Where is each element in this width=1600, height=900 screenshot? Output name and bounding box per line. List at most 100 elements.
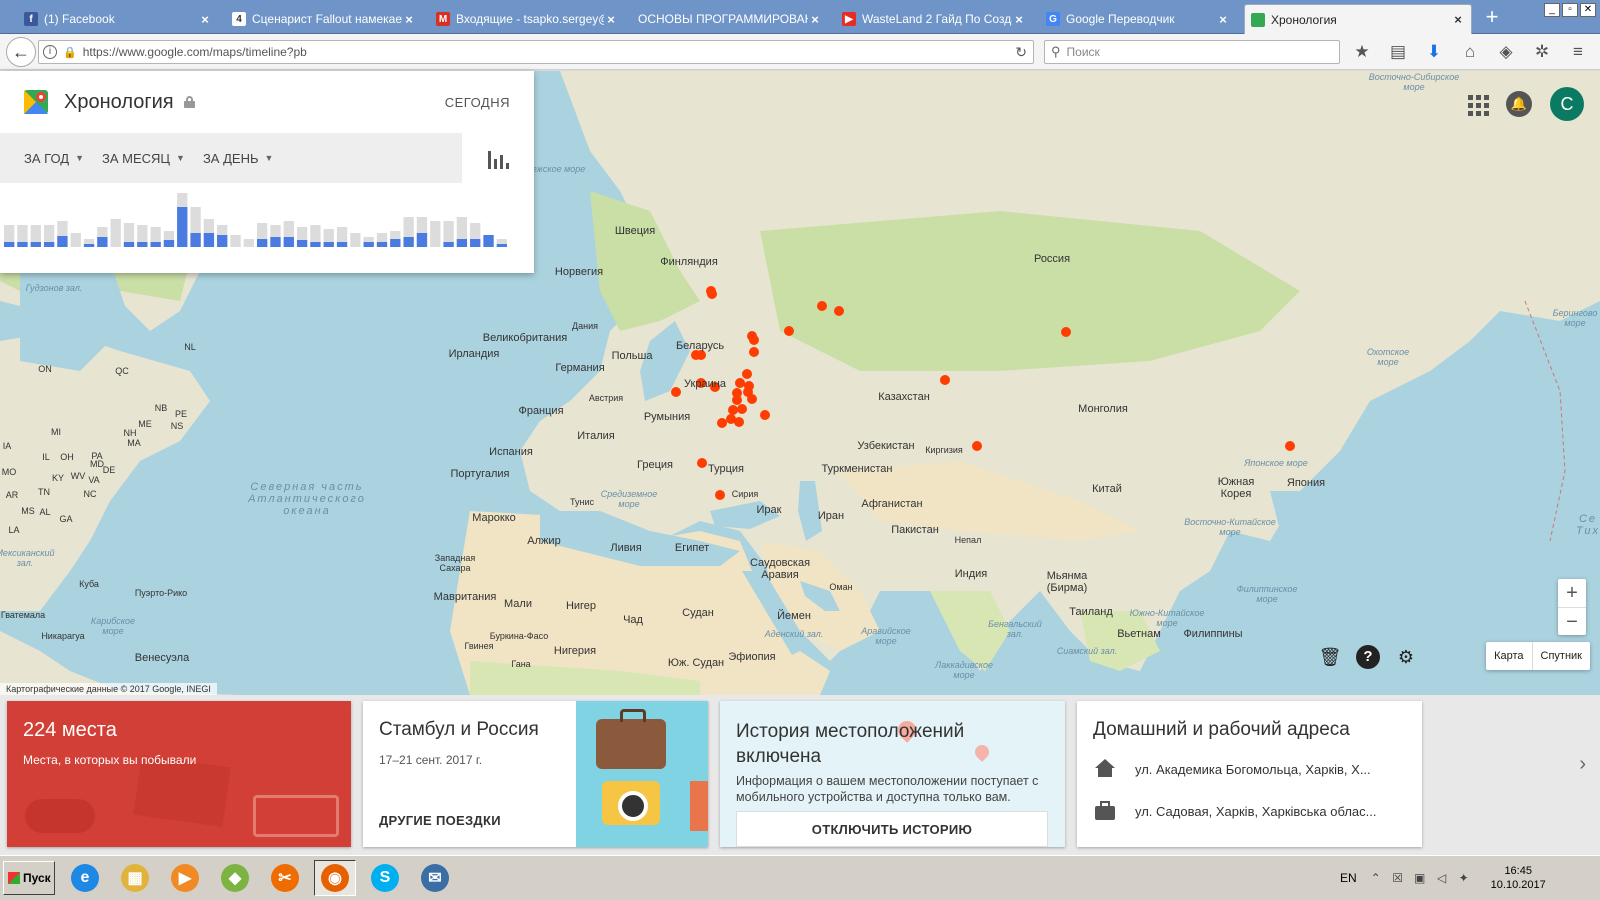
visited-location-point[interactable] — [707, 289, 717, 299]
taskbar-app[interactable]: ▶ — [164, 860, 206, 896]
menu-icon[interactable]: ≡ — [1566, 40, 1590, 64]
bar-chart-icon[interactable] — [462, 133, 534, 183]
histogram-bar[interactable] — [350, 233, 361, 247]
work-address-row[interactable]: ул. Садовая, Харків, Харківська облас... — [1093, 801, 1413, 821]
map-type-satellite[interactable]: Спутник — [1531, 642, 1590, 670]
taskbar-app[interactable]: ▦ — [114, 860, 156, 896]
histogram-bar[interactable] — [230, 235, 241, 247]
browser-tab[interactable]: ▶ WasteLand 2 Гайд По Создани× — [836, 4, 1032, 34]
address-bar[interactable]: i 🔒 https://www.google.com/maps/timeline… — [38, 40, 1034, 64]
visited-location-point[interactable] — [972, 441, 982, 451]
reader-view-icon[interactable]: ▤ — [1386, 40, 1410, 64]
disable-history-button[interactable]: ОТКЛЮЧИТЬ ИСТОРИЮ — [736, 811, 1048, 847]
visited-location-point[interactable] — [749, 335, 759, 345]
visited-location-point[interactable] — [747, 394, 757, 404]
map-type-map[interactable]: Карта — [1486, 642, 1531, 670]
start-button[interactable]: Пуск — [3, 861, 55, 895]
trash-icon[interactable]: 🗑 — [1318, 645, 1342, 669]
update-icon[interactable]: ✦ — [1457, 871, 1471, 885]
minimize-button[interactable]: _ — [1544, 3, 1560, 17]
other-trips-link[interactable]: ДРУГИЕ ПОЕЗДКИ — [379, 813, 501, 828]
extension-icon[interactable]: ✲ — [1530, 40, 1554, 64]
browser-tab[interactable]: Хронология × — [1244, 4, 1472, 34]
browser-search-input[interactable]: ⚲ Поиск — [1044, 40, 1340, 64]
visited-location-point[interactable] — [728, 405, 738, 415]
language-indicator[interactable]: EN — [1340, 871, 1357, 885]
map-label: Россия — [1033, 253, 1071, 265]
visited-location-point[interactable] — [784, 326, 794, 336]
home-icon[interactable]: ⌂ — [1458, 40, 1482, 64]
visited-location-point[interactable] — [834, 306, 844, 316]
browser-tab[interactable]: f (1) Facebook × — [18, 4, 218, 34]
help-icon[interactable]: ? — [1356, 645, 1380, 669]
visited-location-point[interactable] — [742, 369, 752, 379]
visited-location-point[interactable] — [715, 490, 725, 500]
close-tab-icon[interactable]: × — [1451, 12, 1465, 27]
close-tab-icon[interactable]: × — [1216, 12, 1230, 27]
new-tab-button[interactable]: + — [1480, 6, 1504, 30]
volume-icon[interactable]: ◁ — [1435, 871, 1449, 885]
browser-tab[interactable]: M Входящие - tsapko.sergey@gm× — [430, 4, 624, 34]
histogram-bar[interactable] — [110, 219, 121, 247]
taskbar-app[interactable]: e — [64, 860, 106, 896]
bookmark-star-icon[interactable]: ★ — [1350, 40, 1374, 64]
visited-location-point[interactable] — [749, 347, 759, 357]
notifications-bell-icon[interactable]: 🔔 — [1506, 91, 1532, 117]
visited-location-point[interactable] — [760, 410, 770, 420]
visited-location-point[interactable] — [817, 301, 827, 311]
site-info-icon[interactable]: i — [43, 45, 57, 59]
visited-location-point[interactable] — [1285, 441, 1295, 451]
places-card[interactable]: 224 места Места, в которых вы побывали — [7, 701, 351, 847]
histogram-bar[interactable] — [70, 233, 81, 247]
show-hidden-icons-icon[interactable]: ⌃ — [1369, 871, 1383, 885]
zoom-in-button[interactable]: + — [1558, 579, 1586, 607]
browser-tab[interactable]: G Google Переводчик × — [1040, 4, 1236, 34]
pocket-icon[interactable]: ◈ — [1494, 40, 1518, 64]
close-tab-icon[interactable]: × — [402, 12, 416, 27]
taskbar-app[interactable]: S — [364, 860, 406, 896]
filter-year[interactable]: ЗА ГОД ▼ — [24, 151, 84, 166]
account-avatar[interactable]: C — [1550, 87, 1584, 121]
map-label: Охотское море — [1366, 347, 1410, 367]
google-apps-icon[interactable] — [1466, 93, 1489, 116]
zoom-out-button[interactable]: − — [1558, 607, 1586, 635]
reload-icon[interactable]: ↻ — [1015, 44, 1027, 61]
visited-location-point[interactable] — [717, 418, 727, 428]
visited-location-point[interactable] — [737, 404, 747, 414]
close-tab-icon[interactable]: × — [808, 12, 822, 27]
histogram-bar[interactable] — [243, 239, 254, 247]
gear-icon[interactable]: ⚙ — [1394, 645, 1418, 669]
visited-location-point[interactable] — [671, 387, 681, 397]
close-tab-icon[interactable]: × — [198, 12, 212, 27]
browser-tab[interactable]: 4 Сценарист Fallout намекает на× — [226, 4, 422, 34]
taskbar-app[interactable]: ◉ — [314, 860, 356, 896]
network-icon[interactable]: ☒ — [1391, 871, 1405, 885]
close-window-button[interactable]: ✕ — [1580, 3, 1596, 17]
visited-location-point[interactable] — [697, 458, 707, 468]
close-tab-icon[interactable]: × — [604, 12, 618, 27]
today-button[interactable]: СЕГОДНЯ — [445, 95, 510, 110]
filter-month[interactable]: ЗА МЕСЯЦ ▼ — [102, 151, 185, 166]
visited-location-point[interactable] — [734, 417, 744, 427]
trip-card[interactable]: Стамбул и Россия 17–21 сент. 2017 г. ДРУ… — [363, 701, 708, 847]
close-tab-icon[interactable]: × — [1012, 12, 1026, 27]
browser-tab[interactable]: ОСНОВЫ ПРОГРАММИРОВАНИЯ× — [632, 4, 828, 34]
activity-histogram[interactable] — [4, 191, 510, 251]
taskbar-app[interactable]: ✉ — [414, 860, 456, 896]
visited-location-point[interactable] — [735, 378, 745, 388]
visited-location-point[interactable] — [732, 395, 742, 405]
next-cards-chevron-icon[interactable]: › — [1579, 753, 1586, 776]
downloads-icon[interactable]: ⬇ — [1422, 40, 1446, 64]
maximize-button[interactable]: ▫ — [1562, 3, 1578, 17]
home-address-row[interactable]: ул. Академика Богомольца, Харків, Х... — [1093, 759, 1413, 779]
visited-location-point[interactable] — [1061, 327, 1071, 337]
visited-location-point[interactable] — [940, 375, 950, 385]
home-icon — [1093, 759, 1117, 779]
histogram-bar[interactable] — [430, 221, 441, 247]
battery-icon[interactable]: ▣ — [1413, 871, 1427, 885]
clock[interactable]: 16:45 10.10.2017 — [1491, 864, 1546, 892]
taskbar-app[interactable]: ◆ — [214, 860, 256, 896]
filter-day[interactable]: ЗА ДЕНЬ ▼ — [203, 151, 273, 166]
back-button[interactable]: ← — [6, 37, 36, 67]
taskbar-app[interactable]: ✂ — [264, 860, 306, 896]
